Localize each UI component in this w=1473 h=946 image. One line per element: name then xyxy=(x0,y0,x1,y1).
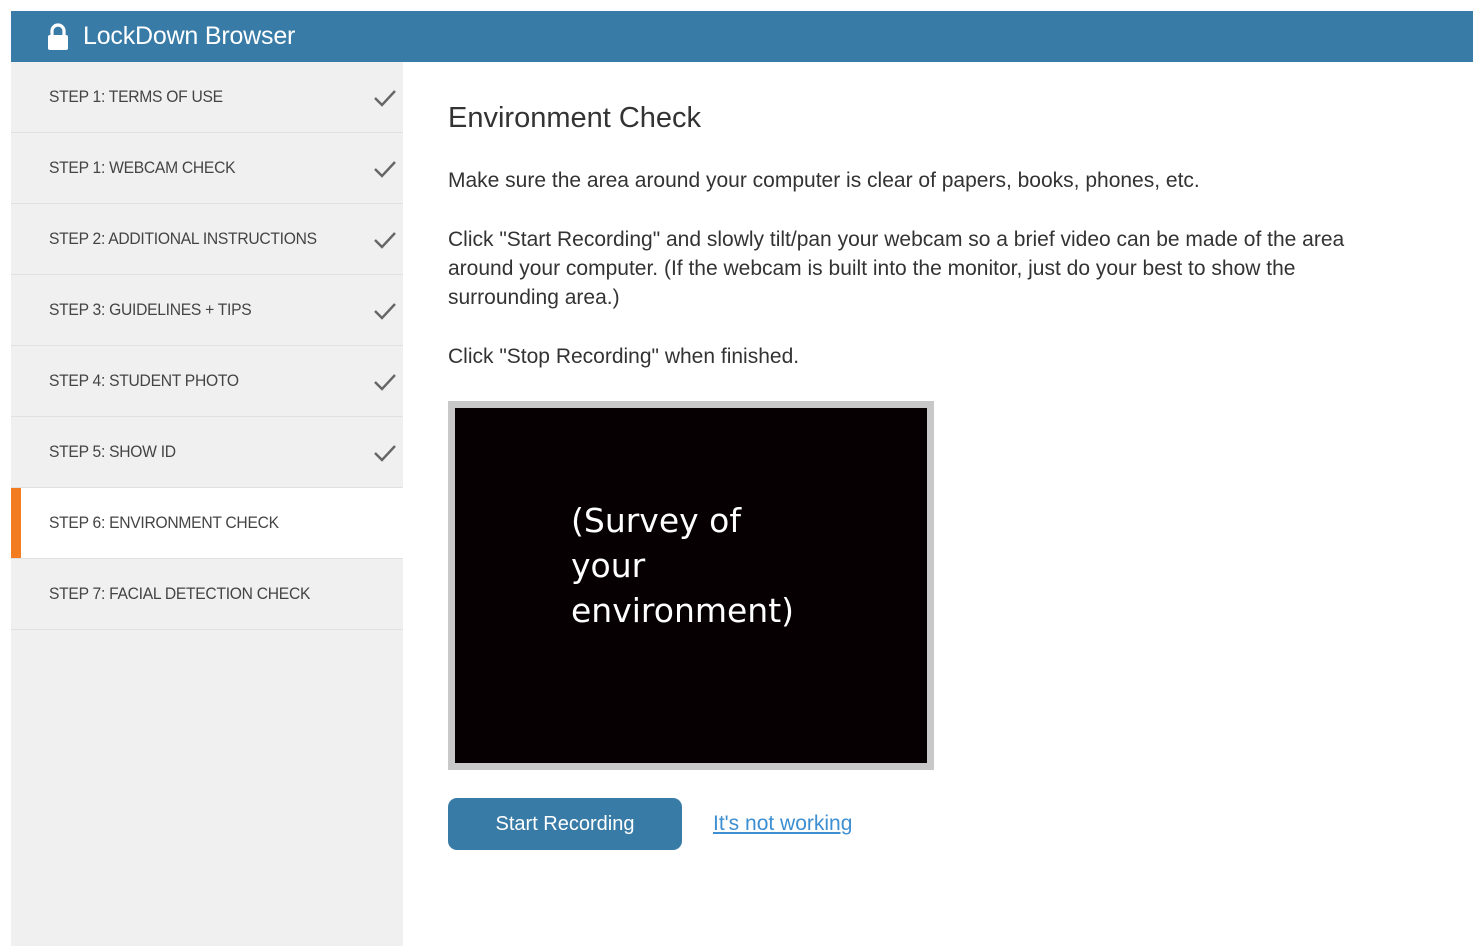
sidebar-step-environment-check[interactable]: STEP 6: ENVIRONMENT CHECK xyxy=(11,488,403,559)
checkmark-icon xyxy=(374,161,396,178)
instruction-clear-area: Make sure the area around your computer … xyxy=(448,169,1200,192)
lock-icon xyxy=(48,22,68,50)
app-title: LockDown Browser xyxy=(83,22,296,50)
webcam-preview: (Survey of your environment) xyxy=(455,408,927,763)
sidebar-step-facial-detection-check[interactable]: STEP 7: FACIAL DETECTION CHECK xyxy=(11,559,403,630)
step-label: STEP 7: FACIAL DETECTION CHECK xyxy=(49,584,311,603)
sidebar-step-student-photo[interactable]: STEP 4: STUDENT PHOTO xyxy=(11,346,403,417)
video-caption: (Survey of your environment) xyxy=(571,501,795,630)
step-label: STEP 3: GUIDELINES + TIPS xyxy=(49,300,252,319)
checkmark-icon xyxy=(374,374,396,391)
instruction-start-recording: Click "Start Recording" and slowly tilt/… xyxy=(448,228,1345,309)
main-content: Environment Check Make sure the area aro… xyxy=(403,62,1473,946)
webcam-preview-frame: (Survey of your environment) xyxy=(448,401,934,770)
sidebar-step-show-id[interactable]: STEP 5: SHOW ID xyxy=(11,417,403,488)
checkmark-icon xyxy=(374,445,396,462)
step-label: STEP 5: SHOW ID xyxy=(49,442,176,461)
step-label: STEP 1: TERMS OF USE xyxy=(49,87,223,106)
steps-sidebar: STEP 1: TERMS OF USE STEP 1: WEBCAM CHEC… xyxy=(11,62,403,946)
instruction-stop-recording: Click "Stop Recording" when finished. xyxy=(448,345,800,368)
checkmark-icon xyxy=(374,232,396,249)
page-title: Environment Check xyxy=(448,102,702,134)
checkmark-icon xyxy=(374,303,396,320)
start-recording-button[interactable]: Start Recording xyxy=(448,798,682,850)
step-label: STEP 2: ADDITIONAL INSTRUCTIONS xyxy=(49,229,317,248)
checkmark-icon xyxy=(374,90,396,107)
its-not-working-link[interactable]: It's not working xyxy=(713,812,852,836)
step-label: STEP 4: STUDENT PHOTO xyxy=(49,371,239,390)
sidebar-step-webcam-check[interactable]: STEP 1: WEBCAM CHECK xyxy=(11,133,403,204)
lockdown-browser-window: LockDown Browser STEP 1: TERMS OF USE ST… xyxy=(11,11,1473,946)
sidebar-step-guidelines-tips[interactable]: STEP 3: GUIDELINES + TIPS xyxy=(11,275,403,346)
step-label: STEP 6: ENVIRONMENT CHECK xyxy=(49,513,279,532)
title-bar: LockDown Browser xyxy=(11,11,1473,62)
sidebar-step-additional-instructions[interactable]: STEP 2: ADDITIONAL INSTRUCTIONS xyxy=(11,204,403,275)
sidebar-step-terms-of-use[interactable]: STEP 1: TERMS OF USE xyxy=(11,62,403,133)
step-label: STEP 1: WEBCAM CHECK xyxy=(49,158,236,177)
